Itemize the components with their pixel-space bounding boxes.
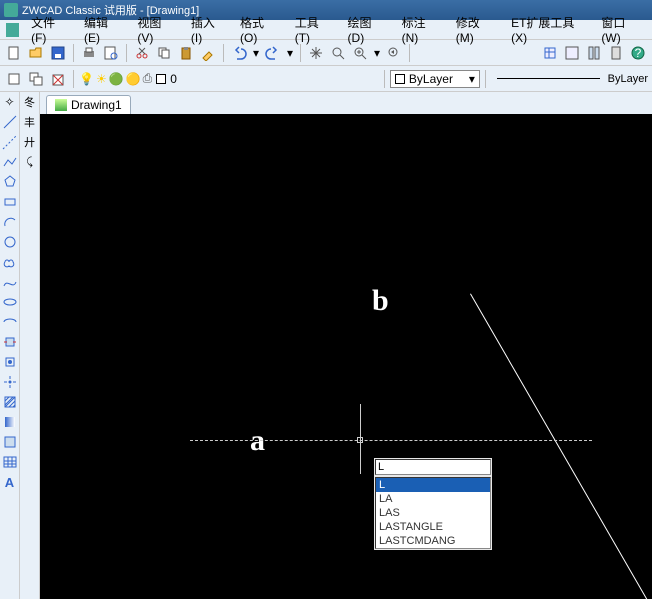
crosshair-horizontal [190, 440, 592, 441]
annotation-a: a [250, 424, 265, 458]
menu-modify[interactable]: 修改(M) [448, 12, 503, 47]
zoom-window-button[interactable] [350, 43, 370, 63]
make-block-icon[interactable] [2, 354, 18, 370]
crosshair-pickbox [357, 437, 363, 443]
ellipse-arc-icon[interactable] [2, 314, 18, 330]
zoom-prev-button[interactable] [384, 43, 404, 63]
ellipse-icon[interactable] [2, 294, 18, 310]
point-icon[interactable] [2, 374, 18, 390]
polyline-icon[interactable] [2, 154, 18, 170]
match-prop-button[interactable] [198, 43, 218, 63]
rectangle-icon[interactable] [2, 194, 18, 210]
autocomplete-item[interactable]: LA [376, 492, 490, 506]
lock-icon[interactable]: 🟢 [109, 72, 124, 86]
command-autocomplete-popup: L LA LAS LASTANGLE LASTCMDANG [373, 457, 493, 551]
plot-icon[interactable]: ⎙ [143, 71, 153, 86]
autocomplete-item[interactable]: LASTCMDANG [376, 534, 490, 548]
color-swatch-icon [395, 74, 405, 84]
modify-palette: 冬 丰 廾 ⤹ [20, 92, 40, 599]
print-preview-button[interactable] [101, 43, 121, 63]
line-icon[interactable] [2, 114, 18, 130]
layout-copy-button[interactable] [26, 69, 46, 89]
pan-button[interactable] [306, 43, 326, 63]
linetype-preview [497, 78, 600, 79]
layout-del-button[interactable] [48, 69, 68, 89]
polygon-icon[interactable] [2, 174, 18, 190]
menu-bar: 文件(F) 编辑(E) 视图(V) 插入(I) 格式(O) 工具(T) 绘图(D… [0, 20, 652, 40]
paste-button[interactable] [176, 43, 196, 63]
bulb-icon[interactable]: 💡 [79, 72, 94, 86]
spline-icon[interactable] [2, 274, 18, 290]
document-tab[interactable]: Drawing1 [46, 95, 131, 114]
mirror-icon[interactable]: 丰 [22, 114, 38, 130]
tool-palettes-button[interactable] [584, 43, 604, 63]
autocomplete-item[interactable]: L [376, 478, 490, 492]
hatch-icon[interactable] [2, 394, 18, 410]
annotation-b: b [372, 284, 389, 318]
autocomplete-item[interactable]: LAS [376, 506, 490, 520]
command-input[interactable] [375, 459, 491, 475]
document-tab-label: Drawing1 [71, 98, 122, 112]
new-button[interactable] [4, 43, 24, 63]
help-button[interactable]: ? [628, 43, 648, 63]
arc-icon[interactable] [2, 214, 18, 230]
circle-icon[interactable] [2, 234, 18, 250]
linetype-value: ByLayer [608, 73, 648, 85]
undo-dropdown[interactable]: ▾ [251, 43, 261, 63]
osnap-toggle-icon[interactable]: ✧ [2, 94, 18, 110]
svg-text:?: ? [635, 46, 642, 60]
gradient-icon[interactable] [2, 414, 18, 430]
drawing-file-icon [55, 99, 67, 111]
undo-button[interactable] [229, 43, 249, 63]
redo-dropdown[interactable]: ▾ [285, 43, 295, 63]
app-icon [4, 3, 18, 17]
revcloud-icon[interactable] [2, 254, 18, 270]
copy-button[interactable] [154, 43, 174, 63]
offset-icon[interactable]: 廾 [22, 134, 38, 150]
mtext-icon[interactable]: A [2, 474, 18, 490]
redo-button[interactable] [263, 43, 283, 63]
autocomplete-list[interactable]: L LA LAS LASTANGLE LASTCMDANG [375, 477, 491, 549]
freeze-icon[interactable]: ☀ [96, 72, 107, 86]
layer-color-swatch[interactable] [156, 74, 166, 84]
print-button[interactable] [79, 43, 99, 63]
color-dropdown[interactable]: ByLayer ▾ [390, 70, 480, 88]
work-area: ✧ A 冬 丰 廾 ⤹ Drawing1 [0, 92, 652, 599]
chinese-char-icon[interactable]: 冬 [22, 94, 38, 110]
file-icon [6, 23, 19, 37]
chevron-down-icon: ▾ [469, 72, 475, 86]
document-tab-row: Drawing1 [40, 92, 652, 114]
document-area: Drawing1 a b L LA LAS LASTANGLE LASTCMDA… [40, 92, 652, 599]
drawn-line [470, 294, 651, 599]
drawing-canvas[interactable]: a b L LA LAS LASTANGLE LASTCMDANG [40, 114, 652, 599]
open-button[interactable] [26, 43, 46, 63]
zoom-dropdown[interactable]: ▾ [372, 43, 382, 63]
calculator-button[interactable] [606, 43, 626, 63]
table-icon[interactable] [2, 454, 18, 470]
rotate-icon[interactable]: ⤹ [22, 154, 38, 170]
color-value: ByLayer [409, 72, 453, 86]
properties-button[interactable] [540, 43, 560, 63]
save-button[interactable] [48, 43, 68, 63]
autocomplete-item[interactable]: LASTANGLE [376, 520, 490, 534]
layer-toolbar: 💡 ☀ 🟢 🟡 ⎙ 0 ByLayer ▾ ByLayer [0, 66, 652, 92]
layout-new-button[interactable] [4, 69, 24, 89]
insert-block-icon[interactable] [2, 334, 18, 350]
zoom-realtime-button[interactable] [328, 43, 348, 63]
construction-line-icon[interactable] [2, 134, 18, 150]
cut-button[interactable] [132, 43, 152, 63]
draw-palette: ✧ A [0, 92, 20, 599]
layer-zero-label: 0 [170, 72, 177, 86]
sun-icon[interactable]: 🟡 [126, 72, 141, 86]
region-icon[interactable] [2, 434, 18, 450]
design-center-button[interactable] [562, 43, 582, 63]
